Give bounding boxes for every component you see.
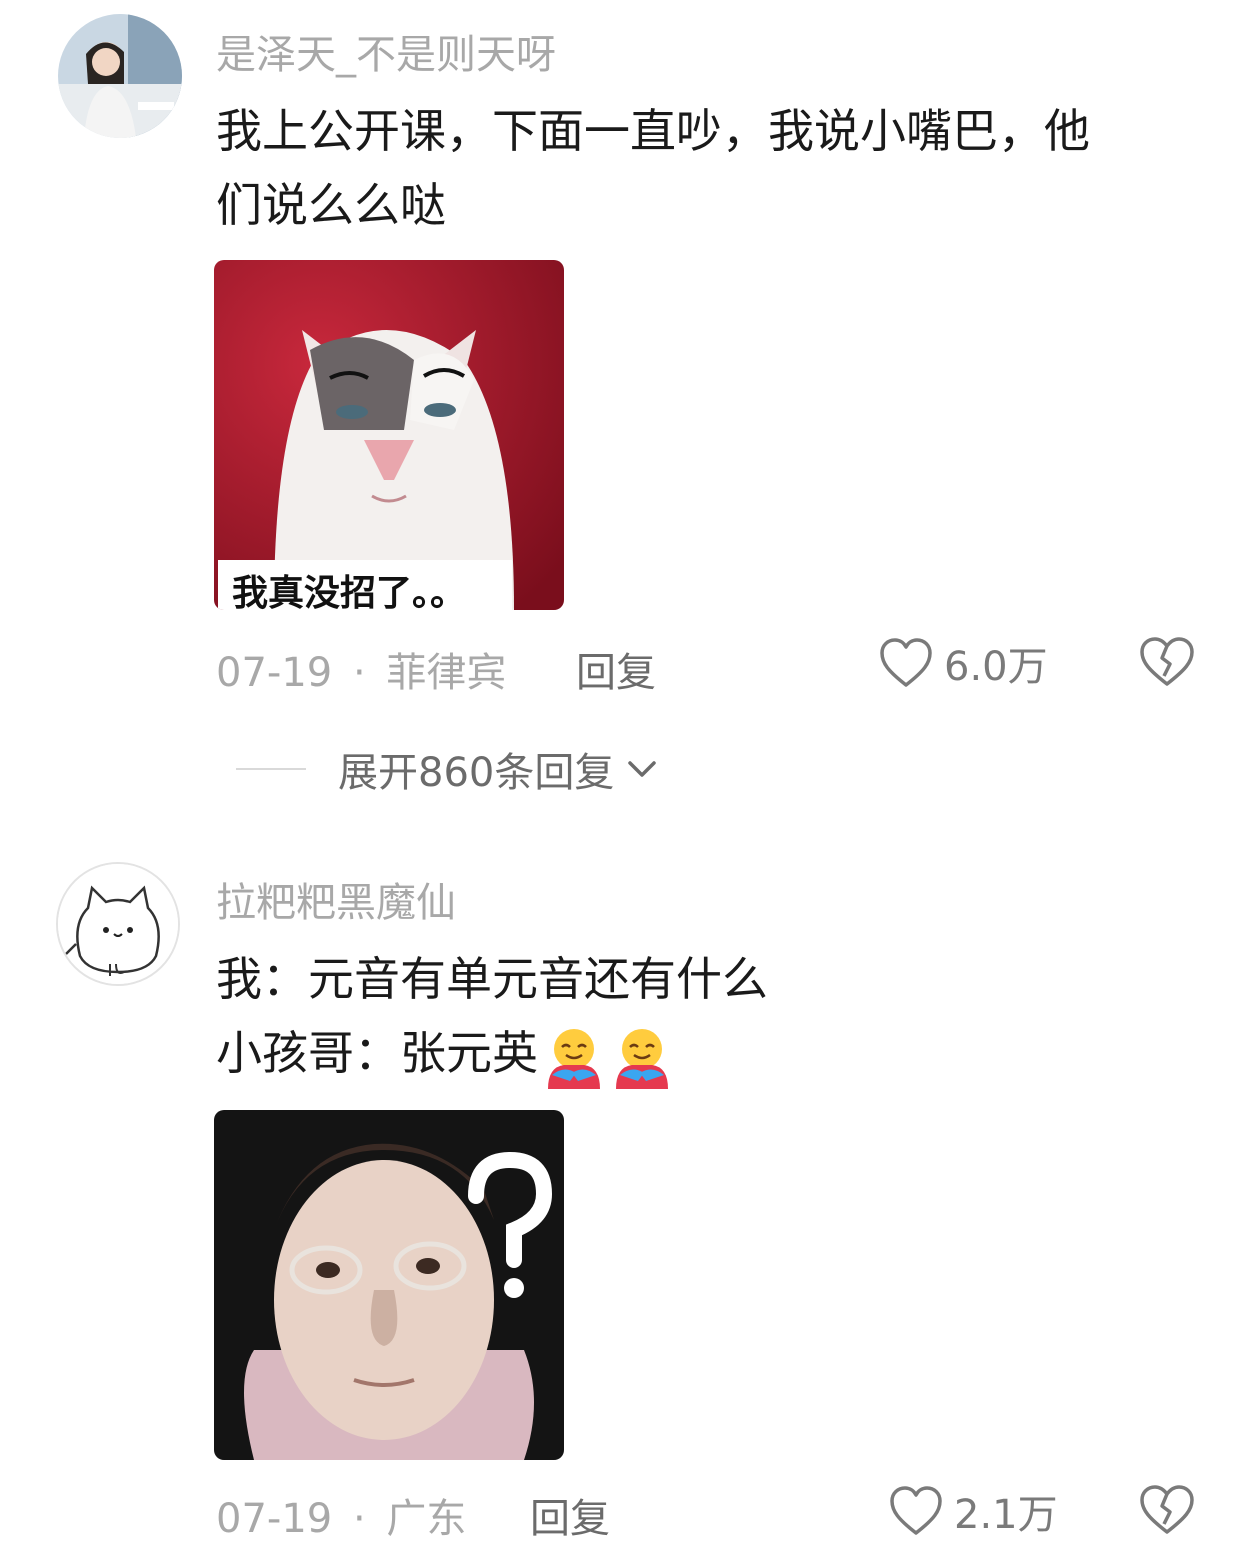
comment-text: 我上公开课，下面一直吵，我说小嘴巴，他 们说么么哒 — [216, 94, 1206, 242]
comment-location: 广东 — [386, 1496, 467, 1542]
expand-replies-label: 展开860条回复 — [338, 750, 615, 796]
username[interactable]: 拉粑粑黑魔仙 — [216, 870, 456, 928]
comment-line-with-emoji: 小孩哥：张元英 — [216, 1016, 1206, 1090]
sticker-image[interactable] — [214, 1110, 564, 1460]
comment-line: 们说么么哒 — [216, 178, 446, 232]
comment-date: 07-19 — [216, 1496, 333, 1542]
like-button[interactable]: 2.1万 — [888, 1482, 1058, 1540]
reply-button[interactable]: 回复 — [530, 1486, 610, 1544]
chevron-down-icon — [628, 761, 657, 777]
sticker-caption: 我真没招了。。 — [232, 573, 467, 610]
comment-line: 我上公开课，下面一直吵，我说小嘴巴，他 — [216, 104, 1090, 158]
comment-line: 我：元音有单元音还有什么 — [216, 952, 768, 1006]
like-button[interactable]: 6.0万 — [878, 634, 1048, 692]
expand-divider — [236, 768, 306, 770]
sticker-image[interactable]: 我真没招了。。 — [214, 260, 564, 610]
broken-heart-icon — [1140, 637, 1194, 686]
heart-outline-icon — [880, 638, 932, 687]
expand-replies-button[interactable]: 展开860条回复 — [236, 740, 662, 798]
heart-outline-icon — [890, 1486, 942, 1535]
comment-date: 07-19 — [216, 650, 333, 696]
meta-separator: · — [352, 1496, 366, 1542]
comment-line: 小孩哥：张元英 — [216, 1026, 538, 1080]
dislike-button[interactable] — [1138, 636, 1196, 688]
username[interactable]: 是泽天_不是则天呀 — [216, 22, 556, 80]
reply-button[interactable]: 回复 — [576, 640, 656, 698]
meta-separator: · — [352, 650, 366, 696]
avatar[interactable] — [58, 14, 182, 138]
hugging-face-emoji — [548, 1028, 600, 1089]
dislike-button[interactable] — [1138, 1484, 1196, 1536]
hugging-face-emoji — [616, 1028, 668, 1089]
comment-location: 菲律宾 — [386, 650, 507, 696]
comment-meta: 07-19 · 广东 — [216, 1486, 466, 1544]
like-count: 6.0万 — [944, 644, 1048, 690]
avatar[interactable] — [56, 862, 180, 986]
comment-text: 我：元音有单元音还有什么 小孩哥：张元英 — [216, 942, 1206, 1090]
broken-heart-icon — [1140, 1485, 1194, 1534]
like-count: 2.1万 — [954, 1492, 1058, 1538]
comment-meta: 07-19 · 菲律宾 — [216, 640, 506, 698]
